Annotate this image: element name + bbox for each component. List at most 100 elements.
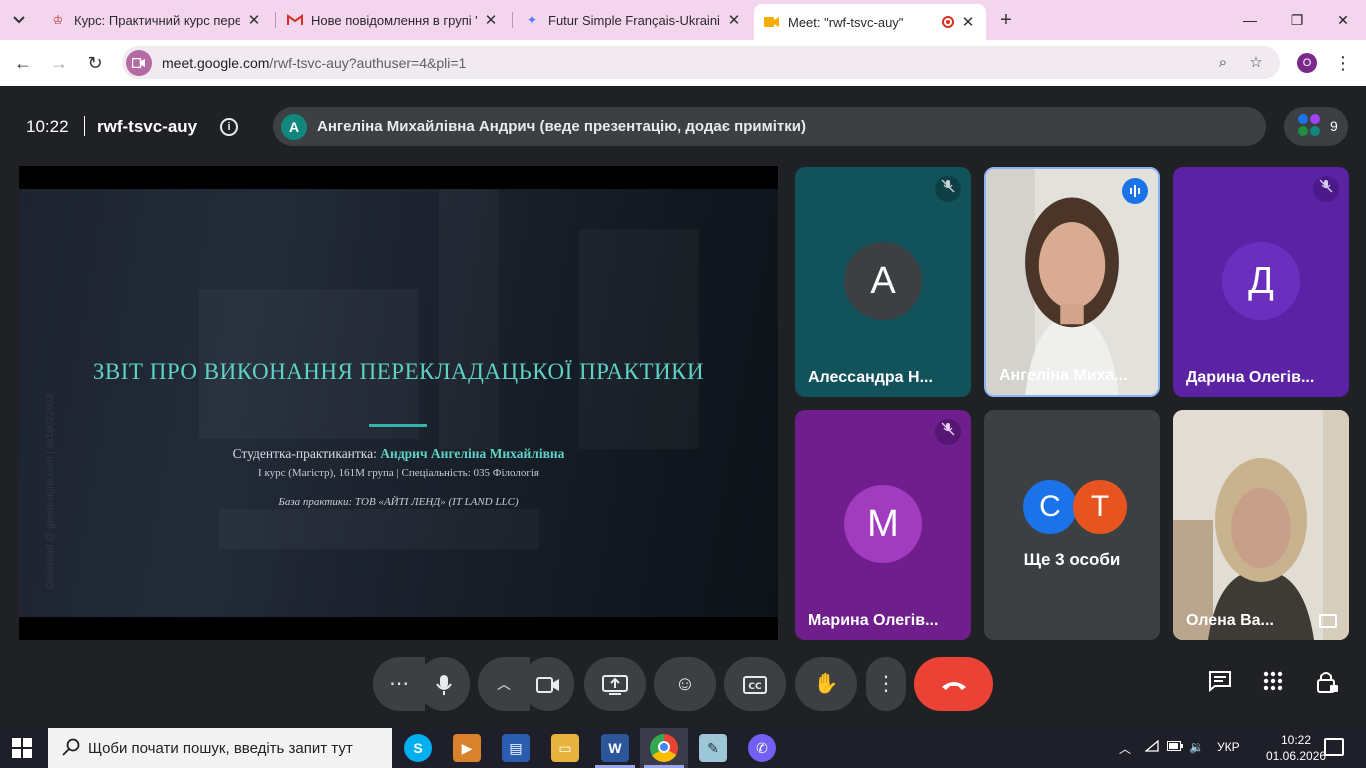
header-divider <box>84 116 85 136</box>
browser-tab-bar: ♔ Курс: Практичний курс перекл ✕ Нове по… <box>0 0 1366 40</box>
presentation-slide: ЗВІТ ПРО ВИКОНАННЯ ПЕРЕКЛАДАЦЬКОЇ ПРАКТИ… <box>19 166 778 640</box>
language-indicator[interactable]: УКР <box>1217 740 1240 754</box>
participant-avatar: T <box>1073 480 1127 534</box>
taskbar-time: 10:22 <box>1280 733 1312 747</box>
close-tab-icon[interactable]: ✕ <box>726 11 742 29</box>
network-icon[interactable] <box>1144 739 1159 755</box>
more-options-icon[interactable]: ⋮ <box>866 657 906 711</box>
minimize-button[interactable]: — <box>1230 6 1270 34</box>
restore-button[interactable]: ❐ <box>1277 6 1317 34</box>
tab-gmail[interactable]: Нове повідомлення в групі "G ✕ <box>277 4 509 36</box>
participant-name: Дарина Олегів... <box>1186 369 1315 386</box>
forward-arrow-icon[interactable]: → <box>46 50 72 76</box>
url-text: meet.google.com/rwf-tsvc-auy?authuser=4&… <box>162 55 466 71</box>
raise-hand-icon[interactable]: ✋ <box>795 657 857 711</box>
meet-window: 10:22 rwf-tsvc-auy i А Ангеліна Михайлів… <box>0 86 1366 728</box>
end-call-button[interactable] <box>914 657 993 711</box>
browser-menu-icon[interactable]: ⋮ <box>1334 50 1352 76</box>
camera-button[interactable] <box>522 657 574 711</box>
reactions-emoji-icon[interactable]: ☺ <box>654 657 716 711</box>
participant-count: 9 <box>1330 118 1338 134</box>
viber-icon[interactable]: ✆ <box>748 734 776 762</box>
file-explorer-icon[interactable]: ▭ <box>551 734 579 762</box>
tab-meet[interactable]: Meet: "rwf-tsvc-auy" ✕ <box>754 4 986 40</box>
chat-icon[interactable] <box>1206 670 1234 698</box>
bookmark-star-icon[interactable]: ☆ <box>1245 52 1267 74</box>
meet-icon <box>764 14 780 30</box>
close-tab-icon[interactable]: ✕ <box>246 11 262 29</box>
back-arrow-icon[interactable]: ← <box>10 50 36 76</box>
meeting-time: 10:22 <box>26 117 69 136</box>
participant-mini-avatar <box>1310 114 1320 124</box>
notepad-icon[interactable]: ✎ <box>699 734 727 762</box>
mic-muted-icon <box>1313 176 1339 202</box>
close-window-button[interactable]: ✕ <box>1323 6 1363 34</box>
tab-futur-simple[interactable]: ✦ Futur Simple Français-Ukrainien ✕ <box>514 4 752 36</box>
site-info-icon[interactable] <box>126 49 152 76</box>
speaking-indicator-icon <box>1122 178 1148 204</box>
zoom-icon[interactable]: ⌕ <box>1212 52 1234 74</box>
host-controls-lock-icon[interactable] <box>1313 670 1341 698</box>
participant-avatar: C <box>1023 480 1077 534</box>
gmail-icon <box>287 12 303 28</box>
tab-course[interactable]: ♔ Курс: Практичний курс перекл ✕ <box>40 4 272 36</box>
address-bar[interactable]: meet.google.com/rwf-tsvc-auy?authuser=4&… <box>122 46 1280 79</box>
participant-tile[interactable]: А Алессандра Н... <box>795 167 971 397</box>
mic-muted-icon <box>935 176 961 202</box>
slide-base-line: База практики: ТОВ «АЙТІ ЛЕНД» (IT LAND … <box>278 496 519 508</box>
participant-name: Олена Ва... <box>1186 612 1274 629</box>
participant-name: Ангеліна Миха... <box>999 367 1128 384</box>
save-app-icon[interactable]: ▤ <box>502 734 530 762</box>
slide-course-line: I курс (Магістр), 161М група | Спеціальн… <box>258 467 539 479</box>
new-tab-button[interactable]: + <box>994 8 1018 32</box>
windows-start-icon[interactable] <box>12 738 32 758</box>
taskbar-search-box[interactable]: Щоби почати пошук, введіть запит тут <box>48 728 392 768</box>
recording-icon <box>942 16 954 28</box>
close-tab-icon[interactable]: ✕ <box>960 13 976 31</box>
participant-mini-avatar <box>1298 126 1308 136</box>
presenter-text: Ангеліна Михайлівна Андрич (веде презент… <box>317 118 806 135</box>
more-participants-tile[interactable]: C T Ще 3 особи <box>984 410 1160 640</box>
participant-name: Алессандра Н... <box>808 369 933 386</box>
participant-tile[interactable]: М Марина Олегів... <box>795 410 971 640</box>
tab-search-chevron-icon[interactable] <box>6 8 32 32</box>
slide-student-line: Студентка-практикантка: Андрич Ангеліна … <box>232 446 565 461</box>
participant-tile[interactable]: Д Дарина Олегів... <box>1173 167 1349 397</box>
participant-tile-speaking[interactable]: Ангеліна Миха... <box>984 167 1160 397</box>
browser-toolbar: ← → ↻ meet.google.com/rwf-tsvc-auy?authu… <box>0 40 1366 86</box>
taskbar-clock[interactable]: 10:22 01.06.2026 <box>1266 732 1326 764</box>
pin-to-screen-icon[interactable] <box>1319 614 1337 628</box>
profile-avatar[interactable]: O <box>1297 53 1317 73</box>
microphone-button[interactable] <box>418 657 470 711</box>
search-icon <box>62 738 80 761</box>
course-icon: ♔ <box>52 13 64 27</box>
presenter-banner[interactable]: А Ангеліна Михайлівна Андрич (веде презе… <box>273 107 1266 146</box>
participants-button[interactable]: 9 <box>1284 107 1348 146</box>
more-participants-label: Ще 3 особи <box>1023 550 1121 569</box>
reload-icon[interactable]: ↻ <box>82 50 108 76</box>
battery-icon[interactable] <box>1167 740 1183 754</box>
word-icon[interactable]: W <box>601 734 629 762</box>
chrome-icon[interactable] <box>650 734 678 762</box>
meeting-code: rwf-tsvc-auy <box>97 117 198 136</box>
present-screen-button[interactable] <box>584 657 646 711</box>
volume-icon[interactable]: 🔉 <box>1189 740 1204 754</box>
activities-grid-icon[interactable] <box>1259 670 1287 698</box>
notifications-icon[interactable] <box>1324 738 1344 756</box>
participant-video <box>1173 410 1349 640</box>
participant-avatar: М <box>844 485 922 563</box>
participant-tile[interactable]: Олена Ва... <box>1173 410 1349 640</box>
show-hidden-icons-icon[interactable]: ︿ <box>1119 740 1131 757</box>
windows-taskbar: Щоби почати пошук, введіть запит тут S ▶… <box>0 728 1366 768</box>
meeting-info-icon[interactable]: i <box>220 118 238 136</box>
close-tab-icon[interactable]: ✕ <box>483 11 499 29</box>
skype-icon[interactable]: S <box>404 734 432 762</box>
slide-divider <box>369 424 427 427</box>
slide-title: ЗВІТ ПРО ВИКОНАННЯ ПЕРЕКЛАДАЦЬКОЇ ПРАКТИ… <box>92 359 705 384</box>
media-player-icon[interactable]: ▶ <box>453 734 481 762</box>
participant-mini-avatar <box>1298 114 1308 124</box>
participant-avatar: А <box>844 242 922 320</box>
captions-button[interactable]: CC <box>724 657 786 711</box>
search-placeholder: Щоби почати пошук, введіть запит тут <box>88 739 353 757</box>
svg-text:CC: CC <box>748 682 762 692</box>
